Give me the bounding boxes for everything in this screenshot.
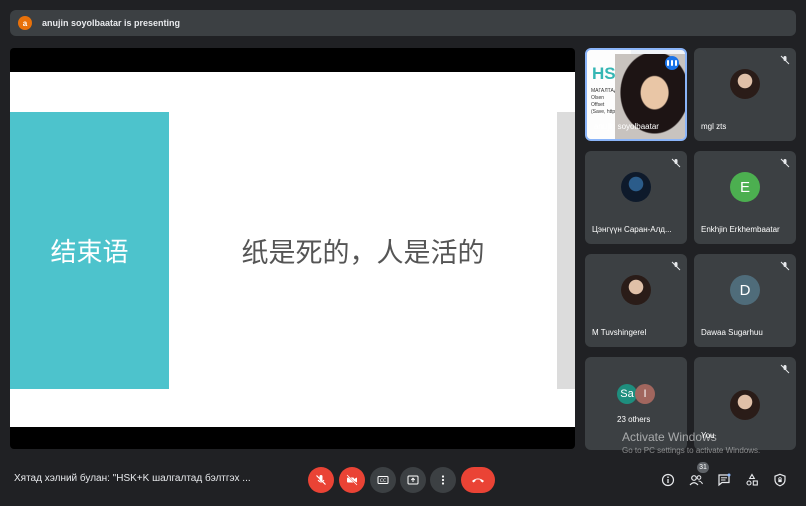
captions-button[interactable]: CC xyxy=(370,467,396,493)
mic-off-icon xyxy=(671,261,681,271)
mic-off-icon xyxy=(780,55,790,65)
self-avatar xyxy=(730,390,760,420)
presenting-banner: a anujin soyolbaatar is presenting xyxy=(10,10,796,36)
meeting-title: Хятад хэлний булан: "HSK+K шалгалтад бэл… xyxy=(14,473,251,484)
chat-icon xyxy=(718,473,731,487)
windows-watermark-subtitle: Go to PC settings to activate Windows. xyxy=(622,446,761,455)
participant-tile[interactable]: Цэнгүүн Саран-Алд... xyxy=(585,151,687,244)
info-icon xyxy=(661,473,675,487)
presentation-slide: 结束语 纸是死的，人是活的 xyxy=(10,72,575,427)
slide-edge xyxy=(557,112,575,389)
participant-avatar: E xyxy=(730,172,760,202)
mic-off-icon xyxy=(671,158,681,168)
others-count: 23 others xyxy=(617,415,651,424)
present-button[interactable] xyxy=(400,467,426,493)
presenter-tile-name: anujin soyolbaatar xyxy=(594,122,659,131)
presenter-tile[interactable]: HSK МАГАЛТАД Б Olsen Offset (Save, http … xyxy=(585,48,687,141)
mic-off-icon xyxy=(316,475,326,485)
captions-icon: CC xyxy=(377,476,389,484)
participants-count-badge: 31 xyxy=(697,462,709,473)
participant-tile[interactable]: mgl zts xyxy=(694,48,796,141)
participant-name: M Tuvshingerel xyxy=(592,328,647,337)
more-vert-icon xyxy=(441,475,445,485)
shield-icon xyxy=(774,473,786,487)
participant-name: Enkhjin Erkhembaatar xyxy=(701,225,780,234)
presentation-stage[interactable]: 结束语 纸是死的，人是活的 xyxy=(10,48,575,449)
others-avatar: I xyxy=(635,384,655,404)
speaking-indicator-icon xyxy=(665,56,679,70)
participant-avatar xyxy=(730,69,760,99)
participant-avatar xyxy=(621,172,651,202)
camera-toggle-button[interactable] xyxy=(339,467,365,493)
participant-avatar: D xyxy=(730,275,760,305)
windows-watermark-title: Activate Windows xyxy=(622,430,717,444)
more-options-button[interactable] xyxy=(430,467,456,493)
presenter-avatar: a xyxy=(18,16,32,30)
mic-off-icon xyxy=(780,364,790,374)
present-screen-icon xyxy=(407,475,419,485)
slide-band-text: 结束语 xyxy=(50,238,129,268)
mic-toggle-button[interactable] xyxy=(308,467,334,493)
mic-off-icon xyxy=(780,158,790,168)
people-button[interactable] xyxy=(687,471,705,489)
activities-icon xyxy=(746,473,758,486)
participant-name: mgl zts xyxy=(701,122,727,131)
mic-off-icon xyxy=(780,261,790,271)
slide-title-band: 结束语 xyxy=(10,112,169,389)
camera-off-icon xyxy=(346,474,358,486)
meeting-details-button[interactable] xyxy=(659,471,677,489)
slide-main-area: 纸是死的，人是活的 xyxy=(169,112,557,389)
participant-name: Dawaa Sugarhuu xyxy=(701,328,763,337)
participant-name: Цэнгүүн Саран-Алд... xyxy=(592,225,672,234)
svg-text:CC: CC xyxy=(380,478,386,484)
leave-call-button[interactable] xyxy=(461,467,495,493)
presenting-label: anujin soyolbaatar is presenting xyxy=(42,18,181,28)
chat-button[interactable] xyxy=(715,471,733,489)
activities-button[interactable] xyxy=(743,471,761,489)
participant-tile[interactable]: M Tuvshingerel xyxy=(585,254,687,347)
participant-tile[interactable]: E Enkhjin Erkhembaatar xyxy=(694,151,796,244)
participant-avatar xyxy=(621,275,651,305)
people-icon xyxy=(689,475,703,486)
others-avatar: Sa xyxy=(617,384,637,404)
hang-up-icon xyxy=(472,478,484,483)
participant-tile[interactable]: D Dawaa Sugarhuu xyxy=(694,254,796,347)
host-controls-button[interactable] xyxy=(771,471,789,489)
slide-main-text: 纸是死的，人是活的 xyxy=(241,238,485,269)
